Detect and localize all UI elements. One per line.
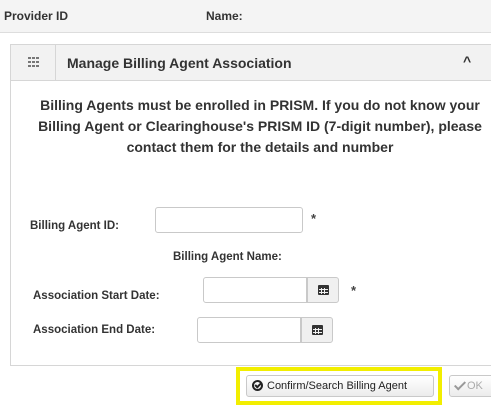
end-date-calendar-button[interactable] — [301, 317, 333, 343]
calendar-icon — [312, 325, 323, 335]
calendar-icon — [318, 285, 329, 295]
end-date-input[interactable] — [197, 317, 301, 343]
required-marker: * — [311, 211, 317, 226]
confirm-search-billing-agent-button[interactable]: Confirm/Search Billing Agent — [246, 375, 434, 397]
name-label: Name: — [206, 9, 243, 23]
provider-id-label: Provider ID — [4, 9, 69, 23]
panel-title: Manage Billing Agent Association — [67, 55, 292, 71]
ok-button[interactable]: OK — [449, 375, 491, 397]
checkmark-icon — [453, 378, 467, 391]
billing-agent-id-label: Billing Agent ID: — [30, 220, 120, 232]
ok-button-label: OK — [467, 380, 483, 392]
required-marker: * — [351, 283, 357, 298]
provider-header: Provider ID Name: — [0, 0, 491, 33]
start-date-input[interactable] — [203, 277, 307, 303]
billing-agent-name-label: Billing Agent Name: — [173, 251, 282, 263]
confirm-button-label: Confirm/Search Billing Agent — [267, 380, 408, 392]
billing-agent-panel: Manage Billing Agent Association ^ Billi… — [10, 44, 491, 366]
end-date-label: Association End Date: — [33, 324, 156, 336]
grid-icon[interactable] — [28, 57, 40, 67]
billing-agent-id-input[interactable] — [155, 207, 303, 233]
panel-header[interactable]: Manage Billing Agent Association ^ — [11, 45, 491, 81]
enrollment-notice: Billing Agents must be enrolled in PRISM… — [38, 97, 482, 155]
start-date-calendar-button[interactable] — [307, 277, 339, 303]
chevron-up-icon[interactable]: ^ — [463, 53, 471, 69]
start-date-label: Association Start Date: — [33, 290, 160, 302]
header-divider — [55, 45, 56, 80]
check-circle-icon — [252, 380, 263, 391]
